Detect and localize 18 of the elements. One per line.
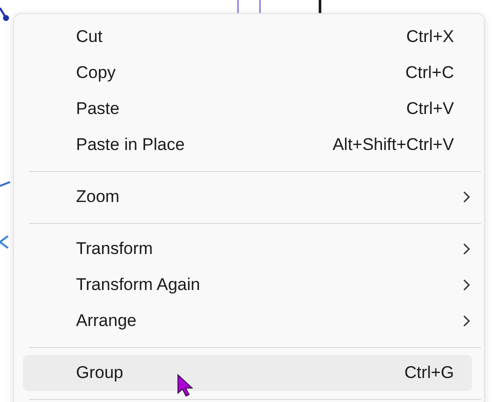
menu-item[interactable]: Zoom: [23, 179, 472, 215]
menu-item[interactable]: Copy Ctrl+C: [23, 55, 472, 91]
menu-item[interactable]: Arrange: [23, 303, 472, 339]
path-segment: [0, 7, 9, 21]
path-segment: [0, 235, 9, 249]
path-segment: [318, 0, 322, 13]
menu-item[interactable]: Group Ctrl+G: [23, 355, 472, 391]
menu-item[interactable]: Cut Ctrl+X: [23, 19, 472, 55]
chevron-right-icon: [463, 191, 470, 203]
chevron-right-icon: [463, 243, 470, 255]
chevron-right-icon: [463, 315, 470, 327]
menu-item[interactable]: Paste in Place Alt+Shift+Ctrl+V: [23, 127, 472, 163]
menu-item[interactable]: Transform Again: [23, 267, 472, 303]
menu-item[interactable]: Paste Ctrl+V: [23, 91, 472, 127]
menu-item[interactable]: Transform: [23, 231, 472, 267]
path-segment: [0, 181, 10, 187]
chevron-right-icon: [463, 279, 470, 291]
mouse-pointer-icon: [177, 374, 195, 397]
